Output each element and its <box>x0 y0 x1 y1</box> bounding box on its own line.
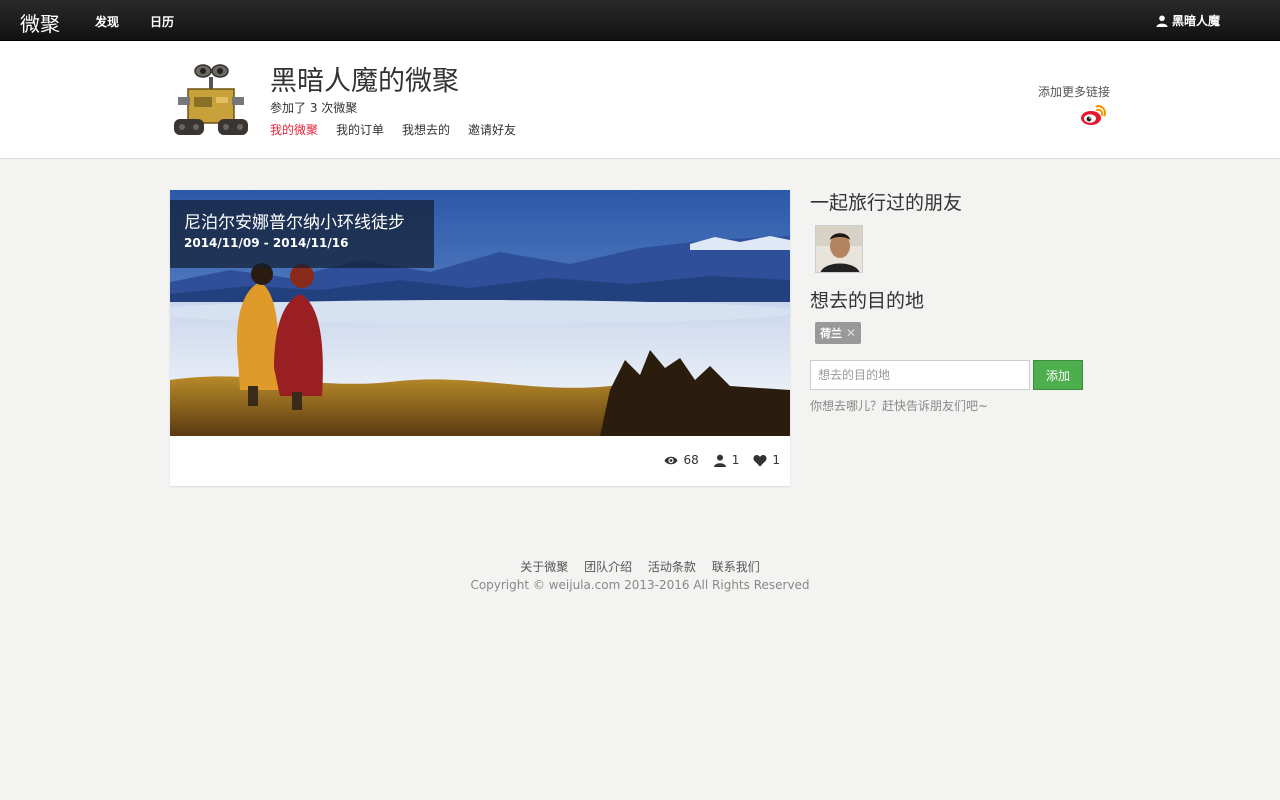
destinations-heading: 想去的目的地 <box>810 290 925 312</box>
top-navbar: 微聚 发现 日历 黑暗人魔 <box>0 0 1280 41</box>
user-menu[interactable]: 黑暗人魔 <box>1156 12 1220 29</box>
footer-link-about[interactable]: 关于微聚 <box>520 560 568 574</box>
tab-wish-list[interactable]: 我想去的 <box>402 121 450 138</box>
friend-photo <box>816 226 862 272</box>
destination-tag-label: 荷兰 <box>820 327 842 340</box>
remove-tag-icon[interactable]: ✕ <box>846 326 856 340</box>
participants-stat: 1 <box>713 453 740 467</box>
likes-stat[interactable]: 1 <box>753 453 780 467</box>
add-destination-button[interactable]: 添加 <box>1033 360 1083 390</box>
profile-header: 黑暗人魔的微聚 参加了 3 次微聚 我的微聚 我的订单 我想去的 邀请好友 添加… <box>0 41 1280 159</box>
add-more-links[interactable]: 添加更多链接 <box>1038 83 1110 100</box>
trip-title[interactable]: 尼泊尔安娜普尔纳小环线徒步 <box>184 212 420 234</box>
participation-count: 参加了 3 次微聚 <box>270 101 358 115</box>
footer-link-team[interactable]: 团队介绍 <box>584 560 632 574</box>
tab-my-orders[interactable]: 我的订单 <box>336 121 384 138</box>
profile-tabs: 我的微聚 我的订单 我想去的 邀请好友 <box>270 121 516 138</box>
user-name: 黑暗人魔 <box>1171 14 1220 28</box>
weibo-icon[interactable] <box>1080 104 1106 126</box>
destination-tag: 荷兰 ✕ <box>815 322 862 344</box>
user-icon <box>1156 15 1168 27</box>
destination-input[interactable] <box>810 360 1030 390</box>
eye-icon <box>664 456 678 464</box>
likes-count: 1 <box>772 453 780 467</box>
footer-link-terms[interactable]: 活动条款 <box>648 560 696 574</box>
trip-stats: 68 1 1 <box>664 453 780 467</box>
heart-icon <box>753 454 767 466</box>
views-stat: 68 <box>664 453 699 467</box>
brand-logo[interactable]: 微聚 <box>20 8 60 37</box>
nav-link-discover[interactable]: 发现 <box>95 13 119 30</box>
tab-invite-friends[interactable]: 邀请好友 <box>468 121 516 138</box>
user-icon <box>713 454 726 467</box>
participants-count: 1 <box>731 453 740 467</box>
trip-card[interactable]: 尼泊尔安娜普尔纳小环线徒步 2014/11/09 - 2014/11/16 68… <box>170 190 790 486</box>
tab-my-events[interactable]: 我的微聚 <box>270 121 318 138</box>
destination-hint: 你想去哪儿？赶快告诉朋友们吧~ <box>810 399 989 413</box>
trip-dates: 2014/11/09 - 2014/11/16 <box>184 236 349 250</box>
profile-title: 黑暗人魔的微聚 <box>270 66 459 97</box>
profile-avatar <box>170 59 250 141</box>
copyright: Copyright © weijula.com 2013-2016 All Ri… <box>470 578 810 592</box>
friend-avatar[interactable] <box>815 225 863 273</box>
nav-link-calendar[interactable]: 日历 <box>150 13 174 30</box>
friends-heading: 一起旅行过的朋友 <box>810 192 963 214</box>
trip-cover-image[interactable]: 尼泊尔安娜普尔纳小环线徒步 2014/11/09 - 2014/11/16 <box>170 190 790 436</box>
footer-link-contact[interactable]: 联系我们 <box>712 560 760 574</box>
trip-caption: 尼泊尔安娜普尔纳小环线徒步 2014/11/09 - 2014/11/16 <box>170 200 434 268</box>
footer-links: 关于微聚 团队介绍 活动条款 联系我们 <box>0 558 1280 575</box>
views-count: 68 <box>683 453 699 467</box>
